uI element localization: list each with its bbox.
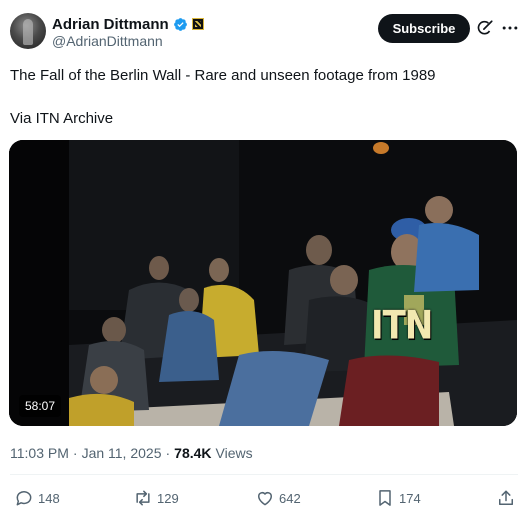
reply-icon xyxy=(16,491,32,506)
avatar[interactable] xyxy=(10,13,46,49)
post-meta: 11:03 PM · Jan 11, 2025 · 78.4K Views xyxy=(10,445,253,461)
views-count: 78.4K xyxy=(174,445,212,461)
meta-separator: · xyxy=(72,445,78,461)
share-button[interactable] xyxy=(496,486,516,510)
post-date[interactable]: Jan 11, 2025 xyxy=(82,445,162,461)
reply-button[interactable]: 148 xyxy=(14,486,60,510)
repost-count: 129 xyxy=(157,490,179,506)
grok-icon[interactable] xyxy=(476,19,494,37)
bookmark-icon xyxy=(379,490,391,506)
like-button[interactable]: 642 xyxy=(255,486,301,510)
author-name[interactable]: Adrian Dittmann xyxy=(52,16,169,33)
repost-icon xyxy=(136,490,150,506)
itn-watermark: ITN xyxy=(371,303,433,349)
post-time[interactable]: 11:03 PM xyxy=(10,445,69,461)
views-label: Views xyxy=(215,445,253,461)
divider xyxy=(10,474,518,475)
post-text: The Fall of the Berlin Wall - Rare and u… xyxy=(10,67,436,84)
more-icon[interactable] xyxy=(500,18,520,38)
action-bar: 148 129 642 174 xyxy=(0,486,528,510)
bookmark-count: 174 xyxy=(399,490,421,506)
meta-separator: · xyxy=(165,445,171,461)
video-frame xyxy=(9,140,517,426)
share-icon xyxy=(499,490,513,505)
like-count: 642 xyxy=(279,490,301,506)
subscribe-button[interactable]: Subscribe xyxy=(378,14,470,43)
post-header: Adrian Dittmann @AdrianDittmann Subscrib… xyxy=(0,0,528,60)
video-player[interactable]: ITN xyxy=(9,140,517,426)
verified-badge-icon xyxy=(173,17,187,31)
bookmark-button[interactable]: 174 xyxy=(375,486,421,510)
heart-icon xyxy=(258,492,272,506)
author-handle[interactable]: @AdrianDittmann xyxy=(52,33,163,49)
post-source-text: Via ITN Archive xyxy=(10,110,114,127)
affiliate-badge-icon xyxy=(191,18,204,30)
author-name-row: Adrian Dittmann xyxy=(52,15,204,33)
video-duration-badge: 58:07 xyxy=(19,395,62,417)
reply-count: 148 xyxy=(38,490,60,506)
repost-button[interactable]: 129 xyxy=(133,486,179,510)
